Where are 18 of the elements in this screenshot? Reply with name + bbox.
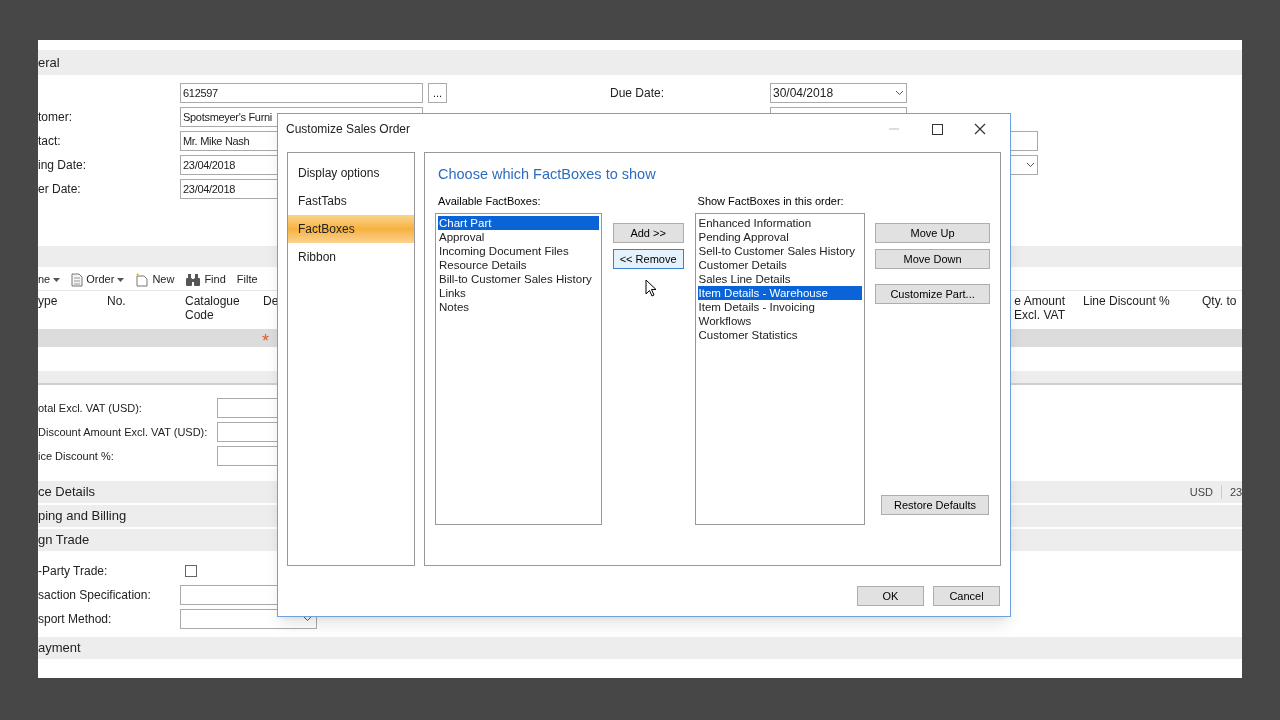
list-label: Show FactBoxes in this order:: [697, 193, 844, 208]
field-label: Due Date:: [610, 86, 665, 100]
status-text: USD: [1189, 484, 1213, 500]
field-label: ing Date:: [38, 158, 87, 172]
dialog-title: Customize Sales Order: [286, 121, 411, 138]
field-label: tact:: [38, 134, 61, 148]
panel-heading: Choose which FactBoxes to show: [438, 165, 656, 184]
field-label: ice Discount %:: [38, 450, 114, 462]
field-label: Discount Amount Excl. VAT (USD):: [38, 426, 208, 438]
field-label: er Date:: [38, 182, 81, 196]
field-label: -Party Trade:: [38, 563, 109, 580]
field-label: saction Specification:: [38, 587, 152, 604]
list-label: Available FactBoxes:: [438, 193, 541, 208]
field-label: otal Excl. VAT (USD):: [38, 402, 142, 414]
status-text: 23: [1230, 484, 1242, 500]
new-row-marker: *: [262, 332, 269, 350]
field-label: tomer:: [38, 110, 72, 124]
field-label: sport Method:: [38, 611, 113, 628]
